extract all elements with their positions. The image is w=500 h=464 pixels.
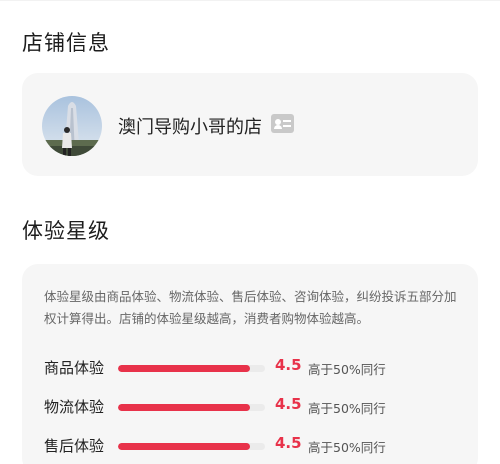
experience-row-aftersales: 售后体验 4.5 高于50%同行 <box>44 433 464 457</box>
shop-card[interactable]: 澳门导购小哥的店 <box>22 73 478 176</box>
rating-bar-fill <box>118 443 251 450</box>
rating-score: 4.5 <box>275 356 302 374</box>
id-card-icon[interactable] <box>271 114 294 133</box>
peer-comparison: 高于50%同行 <box>308 401 386 416</box>
experience-card: 体验星级由商品体验、物流体验、售后体验、咨询体验，纠纷投诉五部分加权计算得出。店… <box>22 264 478 464</box>
peer-comparison: 高于50%同行 <box>308 362 386 377</box>
rating-score: 4.5 <box>275 395 302 413</box>
top-divider <box>0 0 500 1</box>
rating-score: 4.5 <box>275 434 302 452</box>
row-label: 商品体验 <box>44 359 105 377</box>
shop-avatar[interactable] <box>42 96 102 156</box>
experience-row-logistics: 物流体验 4.5 高于50%同行 <box>44 394 464 418</box>
shop-info-title: 店铺信息 <box>22 31 110 55</box>
rating-bar-track <box>118 404 265 411</box>
experience-row-product: 商品体验 4.5 高于50%同行 <box>44 355 464 379</box>
row-label: 售后体验 <box>44 437 105 455</box>
shop-name[interactable]: 澳门导购小哥的店 <box>118 113 262 139</box>
experience-description: 体验星级由商品体验、物流体验、售后体验、咨询体验，纠纷投诉五部分加权计算得出。店… <box>44 289 457 326</box>
experience-title: 体验星级 <box>22 219 110 243</box>
rating-bar-track <box>118 443 265 450</box>
rating-bar-fill <box>118 365 251 372</box>
rating-bar-fill <box>118 404 251 411</box>
rating-bar-track <box>118 365 265 372</box>
row-label: 物流体验 <box>44 398 105 416</box>
peer-comparison: 高于50%同行 <box>308 440 386 455</box>
